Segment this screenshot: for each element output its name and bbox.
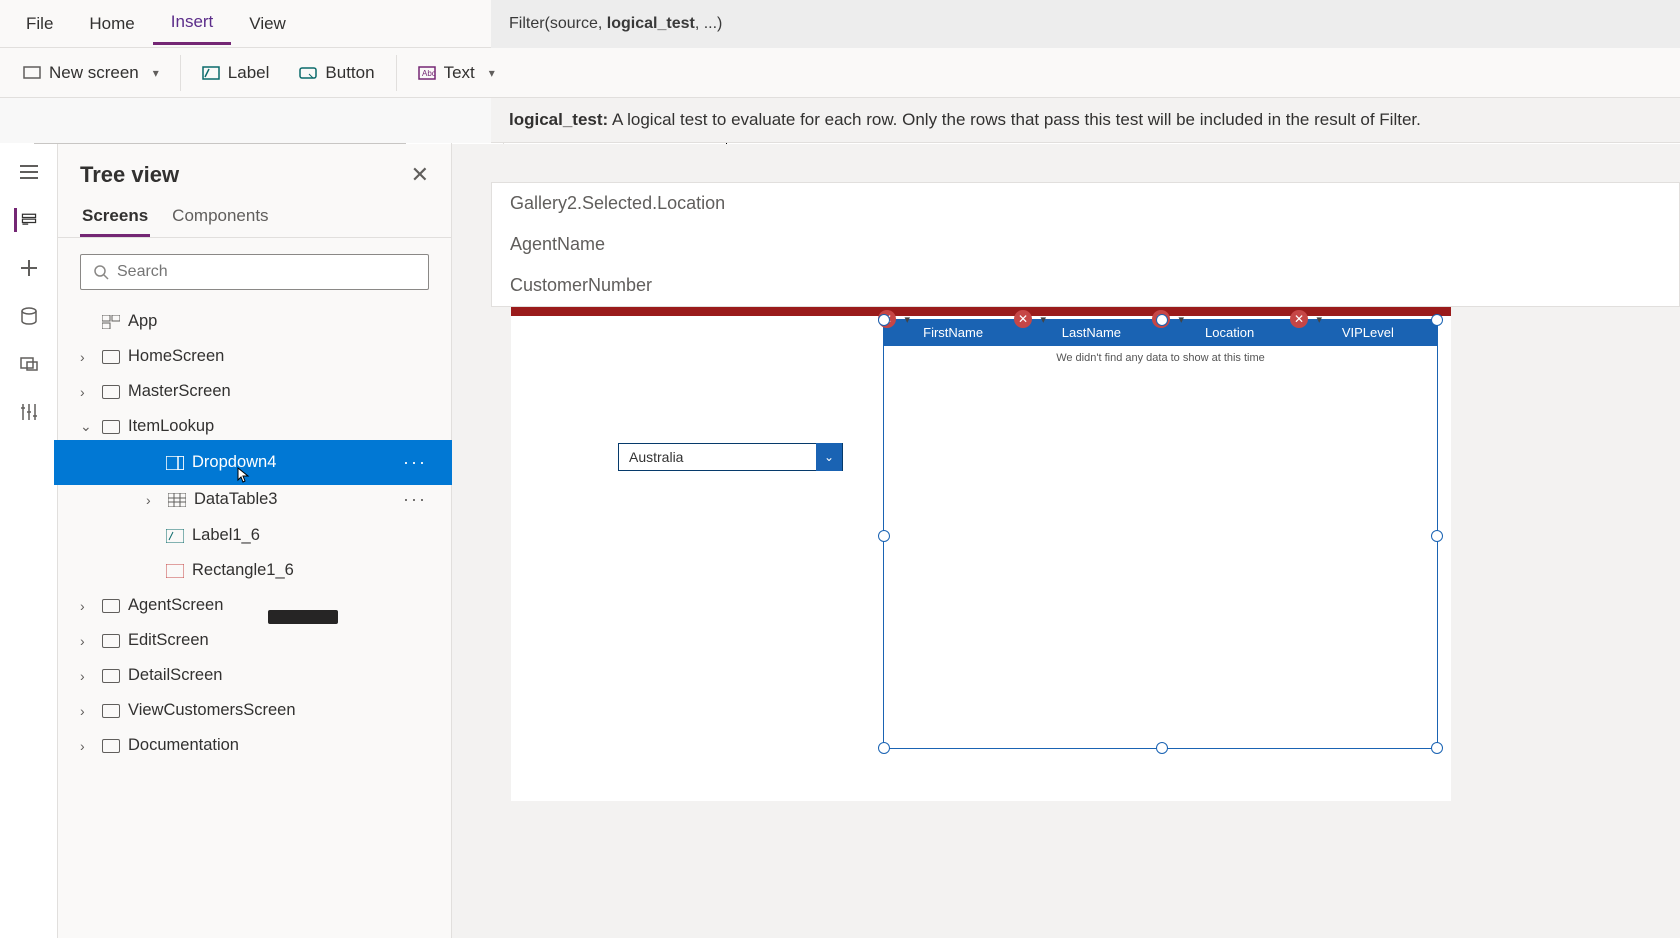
chevron-right-icon[interactable]: › [80, 349, 94, 365]
chevron-right-icon[interactable]: › [80, 703, 94, 719]
tree-list: App ›HomeScreen ›MasterScreen ⌄ItemLooku… [58, 300, 451, 767]
rectangle-icon [166, 564, 184, 578]
hamburger-icon[interactable] [17, 160, 41, 184]
insert-icon[interactable] [17, 256, 41, 280]
label-icon [202, 64, 220, 82]
empty-message: We didn't find any data to show at this … [884, 346, 1437, 370]
tab-components[interactable]: Components [170, 198, 270, 237]
tree-item-masterscreen[interactable]: ›MasterScreen [58, 374, 451, 409]
left-rail [0, 144, 58, 938]
chevron-right-icon[interactable]: › [80, 633, 94, 649]
tree-item-agentscreen[interactable]: ›AgentScreen [58, 588, 451, 623]
new-screen-button[interactable]: New screen ▾ [8, 54, 174, 92]
text-icon: Abc [418, 64, 436, 82]
tree-item-editscreen[interactable]: ›EditScreen [58, 623, 451, 658]
tree-view-icon[interactable] [14, 208, 38, 232]
resize-handle[interactable] [878, 742, 890, 754]
chevron-right-icon[interactable]: › [80, 384, 94, 400]
app-screen: Item Lookup Australia ⌄ ✕ ✕ ✕ ✕ FirstNam… [511, 291, 1451, 801]
advanced-icon[interactable] [17, 400, 41, 424]
tree-item-documentation[interactable]: ›Documentation [58, 728, 451, 763]
ribbon: New screen ▾ Label Button Abc Text ▾ [0, 48, 1680, 98]
resize-handle[interactable] [878, 530, 890, 542]
screen-icon [23, 64, 41, 82]
screen-icon [102, 420, 120, 434]
menu-file[interactable]: File [8, 4, 71, 44]
text-button[interactable]: Abc Text ▾ [403, 54, 510, 92]
dropdown-control[interactable]: Australia ⌄ [618, 443, 843, 471]
chevron-right-icon[interactable]: › [80, 738, 94, 754]
search-icon [93, 264, 109, 280]
close-icon[interactable]: ✕ [411, 162, 429, 188]
tooltip [268, 610, 338, 624]
label-button[interactable]: Label [187, 54, 285, 92]
tab-screens[interactable]: Screens [80, 198, 150, 237]
chevron-down-icon: ▾ [153, 66, 159, 80]
menu-view[interactable]: View [231, 4, 304, 44]
data-table[interactable]: ✕ ✕ ✕ ✕ FirstName LastName Location VIPL… [883, 319, 1438, 749]
table-icon [168, 493, 186, 507]
tree-item-detailscreen[interactable]: ›DetailScreen [58, 658, 451, 693]
search-field[interactable] [117, 263, 416, 281]
screen-icon [102, 634, 120, 648]
screen-icon [102, 669, 120, 683]
chevron-right-icon[interactable]: › [80, 668, 94, 684]
screen-icon [102, 739, 120, 753]
formula-hint: logical_test: A logical test to evaluate… [491, 98, 1680, 143]
screen-icon [102, 704, 120, 718]
tree-app[interactable]: App [58, 304, 451, 339]
chevron-down-icon[interactable]: ⌄ [816, 443, 842, 471]
chevron-right-icon[interactable]: › [146, 492, 160, 508]
error-icon[interactable]: ✕ [1290, 310, 1308, 328]
dropdown-icon [166, 456, 184, 470]
error-icon[interactable]: ✕ [1014, 310, 1032, 328]
tree-item-itemlookup[interactable]: ⌄ItemLookup [58, 409, 451, 444]
tree-item-viewcustomersscreen[interactable]: ›ViewCustomersScreen [58, 693, 451, 728]
search-input[interactable] [80, 254, 429, 290]
chevron-down-icon: ▾ [489, 66, 495, 80]
chevron-down-icon[interactable]: ⌄ [80, 418, 94, 435]
app-icon [102, 315, 120, 329]
data-icon[interactable] [17, 304, 41, 328]
autocomplete-popup: Gallery2.Selected.Location AgentName Cus… [491, 182, 1680, 307]
resize-handle[interactable] [1431, 742, 1443, 754]
more-icon[interactable]: ··· [403, 452, 427, 473]
label-icon [166, 529, 184, 543]
svg-text:Abc: Abc [422, 69, 436, 78]
resize-handle[interactable] [1156, 742, 1168, 754]
chevron-right-icon[interactable]: › [80, 598, 94, 614]
menu-home[interactable]: Home [71, 4, 152, 44]
tree-view-panel: Tree view ✕ Screens Components App ›Home… [58, 144, 452, 938]
autocomplete-item[interactable]: AgentName [492, 224, 1679, 265]
tree-item-label1_6[interactable]: Label1_6 [58, 518, 451, 553]
screen-icon [102, 599, 120, 613]
screen-icon [102, 350, 120, 364]
resize-handle[interactable] [878, 314, 890, 326]
tree-item-datatable3[interactable]: ›DataTable3··· [58, 481, 451, 518]
autocomplete-item[interactable]: CustomerNumber [492, 265, 1679, 306]
autocomplete-item[interactable]: Gallery2.Selected.Location [492, 183, 1679, 224]
tree-item-rectangle1_6[interactable]: Rectangle1_6 [58, 553, 451, 588]
screen-icon [102, 385, 120, 399]
button-button[interactable]: Button [284, 54, 389, 92]
button-icon [299, 64, 317, 82]
media-icon[interactable] [17, 352, 41, 376]
formula-signature: Filter(source, logical_test, ...) [491, 0, 1680, 48]
tree-view-title: Tree view [80, 162, 179, 188]
tree-item-dropdown4[interactable]: Dropdown4 ··· [58, 444, 451, 481]
resize-handle[interactable] [1156, 314, 1168, 326]
more-icon[interactable]: ··· [403, 489, 427, 510]
menu-insert[interactable]: Insert [153, 2, 232, 45]
resize-handle[interactable] [1431, 314, 1443, 326]
resize-handle[interactable] [1431, 530, 1443, 542]
tree-item-homescreen[interactable]: ›HomeScreen [58, 339, 451, 374]
